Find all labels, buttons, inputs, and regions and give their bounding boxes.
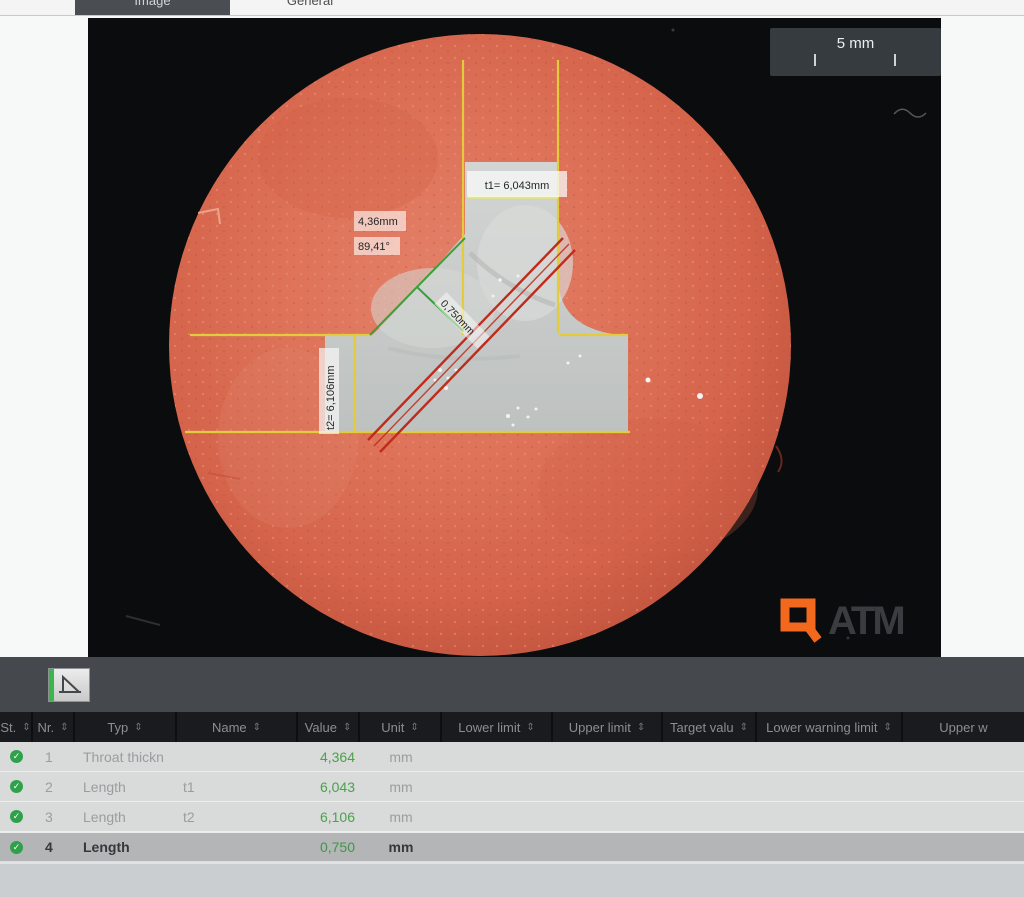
name-cell bbox=[177, 833, 298, 861]
qatm-logo: ATM bbox=[778, 594, 938, 648]
scale-bar-tick-left bbox=[814, 54, 816, 66]
sort-icon[interactable]: ⇕ bbox=[22, 722, 30, 733]
throat-label: 4,36mm bbox=[358, 216, 398, 228]
column-header-value[interactable]: Value ⇕ bbox=[298, 712, 360, 742]
t2-label: t2= 6,106mm bbox=[325, 365, 337, 430]
sort-icon[interactable]: ⇕ bbox=[883, 722, 891, 733]
logo-q-icon bbox=[778, 596, 824, 646]
name-cell: t2 bbox=[177, 802, 298, 831]
results-table-body: ✓ 1 Throat thickn 4,364 mm ✓ 2 Length t1… bbox=[0, 742, 1024, 862]
scale-bar: 5 mm bbox=[770, 28, 941, 76]
active-tool-stripe bbox=[49, 669, 54, 701]
sort-icon[interactable]: ⇕ bbox=[410, 722, 418, 733]
column-header-name[interactable]: Name ⇕ bbox=[177, 712, 298, 742]
nr-cell: 3 bbox=[33, 802, 75, 831]
scale-bar-tick-right bbox=[894, 54, 896, 66]
typ-cell: Throat thickn bbox=[75, 742, 177, 771]
nr-cell: 1 bbox=[33, 742, 75, 771]
measurement-toolbar bbox=[0, 657, 1024, 712]
column-header-status[interactable]: St. ⇕ bbox=[0, 712, 33, 742]
column-header-upper-warning-limit[interactable]: Upper w bbox=[903, 712, 1024, 742]
logo-atm-text: ATM bbox=[828, 599, 903, 644]
results-table-header: St. ⇕ Nr. ⇕ Typ ⇕ Name ⇕ Value ⇕ Unit ⇕ … bbox=[0, 712, 1024, 742]
column-header-typ[interactable]: Typ ⇕ bbox=[75, 712, 177, 742]
scale-bar-label: 5 mm bbox=[770, 35, 941, 52]
name-cell bbox=[177, 742, 298, 771]
tab-bar: Image General bbox=[0, 0, 1024, 16]
sort-icon[interactable]: ⇕ bbox=[60, 722, 68, 733]
status-ok-icon: ✓ bbox=[10, 780, 23, 793]
table-row[interactable]: ✓ 2 Length t1 6,043 mm bbox=[0, 772, 1024, 802]
nr-cell: 2 bbox=[33, 772, 75, 801]
table-empty-area bbox=[0, 862, 1024, 897]
set-square-icon bbox=[56, 674, 82, 696]
column-header-upper-limit[interactable]: Upper limit ⇕ bbox=[553, 712, 663, 742]
status-ok-icon: ✓ bbox=[10, 810, 23, 823]
sort-icon[interactable]: ⇕ bbox=[637, 722, 645, 733]
name-cell: t1 bbox=[177, 772, 298, 801]
angle-label: 89,41° bbox=[358, 241, 390, 253]
status-cell: ✓ bbox=[0, 802, 33, 831]
tab-general[interactable]: General bbox=[230, 0, 390, 15]
tab-image-label: Image bbox=[75, 0, 230, 8]
sort-icon[interactable]: ⇕ bbox=[740, 722, 748, 733]
table-row[interactable]: ✓ 1 Throat thickn 4,364 mm bbox=[0, 742, 1024, 772]
t1-label: t1= 6,043mm bbox=[485, 180, 550, 192]
nr-cell: 4 bbox=[33, 833, 75, 861]
typ-cell: Length bbox=[75, 833, 177, 861]
micrograph-viewer[interactable]: t1= 6,043mm 4,36mm 89,41° t2= 6,106mm 0,… bbox=[88, 18, 941, 657]
column-header-nr[interactable]: Nr. ⇕ bbox=[33, 712, 75, 742]
column-header-lower-warning-limit[interactable]: Lower warning limit ⇕ bbox=[757, 712, 903, 742]
tab-general-label: General bbox=[230, 0, 390, 8]
unit-cell: mm bbox=[360, 772, 442, 801]
typ-cell: Length bbox=[75, 802, 177, 831]
status-cell: ✓ bbox=[0, 772, 33, 801]
value-cell: 6,043 bbox=[298, 772, 360, 801]
weld-micrograph-canvas: t1= 6,043mm 4,36mm 89,41° t2= 6,106mm 0,… bbox=[88, 18, 941, 657]
measurement-app-window: Image General bbox=[0, 0, 1024, 897]
sort-icon[interactable]: ⇕ bbox=[134, 722, 142, 733]
column-header-target-value[interactable]: Target valu ⇕ bbox=[663, 712, 757, 742]
status-cell: ✓ bbox=[0, 833, 33, 861]
unit-cell: mm bbox=[360, 802, 442, 831]
table-row-selected[interactable]: ✓ 4 Length 0,750 mm bbox=[0, 832, 1024, 862]
sort-icon[interactable]: ⇕ bbox=[343, 722, 351, 733]
sort-icon[interactable]: ⇕ bbox=[526, 722, 534, 733]
measure-tool-button[interactable] bbox=[48, 668, 90, 702]
value-cell: 4,364 bbox=[298, 742, 360, 771]
status-ok-icon: ✓ bbox=[10, 750, 23, 763]
tab-image[interactable]: Image bbox=[75, 0, 230, 15]
unit-cell: mm bbox=[360, 833, 442, 861]
typ-cell: Length bbox=[75, 772, 177, 801]
table-row[interactable]: ✓ 3 Length t2 6,106 mm bbox=[0, 802, 1024, 832]
column-header-unit[interactable]: Unit ⇕ bbox=[360, 712, 442, 742]
value-cell: 0,750 bbox=[298, 833, 360, 861]
column-header-lower-limit[interactable]: Lower limit ⇕ bbox=[442, 712, 553, 742]
value-cell: 6,106 bbox=[298, 802, 360, 831]
unit-cell: mm bbox=[360, 742, 442, 771]
status-ok-icon: ✓ bbox=[10, 841, 23, 854]
status-cell: ✓ bbox=[0, 742, 33, 771]
sort-icon[interactable]: ⇕ bbox=[253, 722, 261, 733]
